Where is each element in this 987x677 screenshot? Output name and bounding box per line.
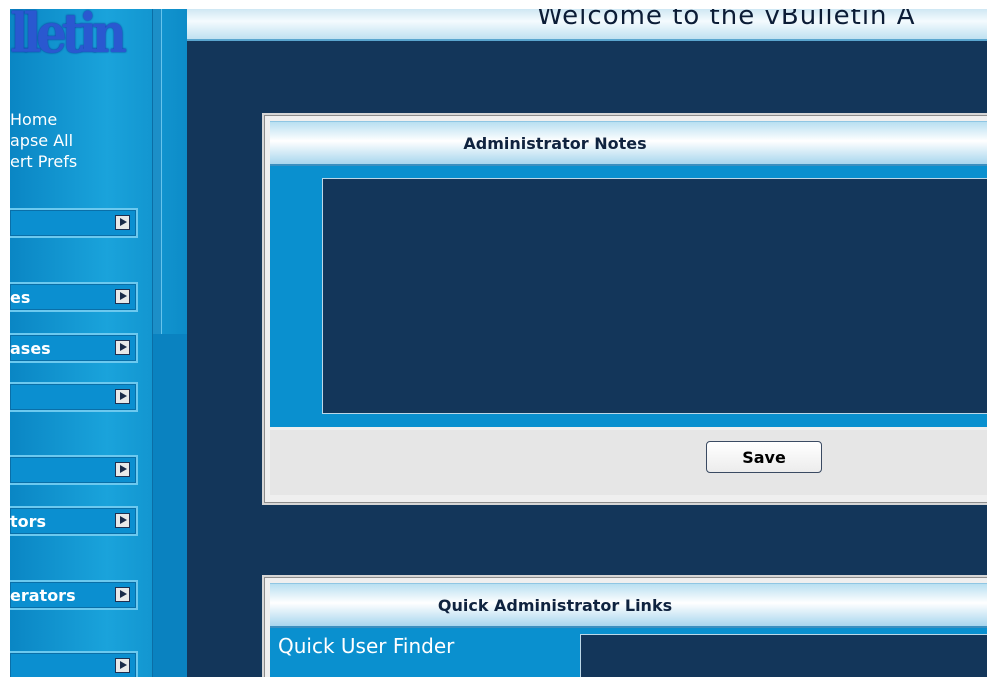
sidebar-nav-item-8[interactable] <box>10 651 138 677</box>
expand-arrow-icon <box>115 215 130 230</box>
alert-prefs-link[interactable]: ert Prefs <box>10 153 77 171</box>
sidebar-nav-label: erators <box>10 586 76 605</box>
administrator-notes-panel: Administrator Notes Save <box>262 113 987 505</box>
expand-arrow-icon <box>115 289 130 304</box>
quick-user-finder-label: Quick User Finder <box>278 634 455 658</box>
sidebar-nav-label: es <box>10 288 31 307</box>
sidebar-nav-label: ases <box>10 339 51 358</box>
sidebar: lletin Home apse All ert Prefs es ases t… <box>10 9 187 677</box>
panel-header: Quick Administrator Links <box>270 583 987 628</box>
expand-arrow-icon <box>115 587 130 602</box>
vbulletin-logo: lletin <box>10 9 127 65</box>
welcome-banner: Welcome to the vBulletin A <box>187 9 987 41</box>
expand-arrow-icon <box>115 340 130 355</box>
sidebar-nav-item-4[interactable] <box>10 382 138 412</box>
expand-arrow-icon <box>115 389 130 404</box>
save-button[interactable]: Save <box>706 441 822 473</box>
expand-arrow-icon <box>115 513 130 528</box>
panel-header: Administrator Notes <box>270 121 987 166</box>
quick-user-finder-input[interactable] <box>580 634 987 677</box>
admin-notes-textarea[interactable] <box>322 178 987 414</box>
sidebar-nav-item-1[interactable] <box>10 208 138 238</box>
sidebar-nav-item-2[interactable]: es <box>10 282 138 312</box>
expand-arrow-icon <box>115 462 130 477</box>
expand-arrow-icon <box>115 658 130 673</box>
panel-footer: Save <box>270 430 987 495</box>
main-content: Welcome to the vBulletin A Administrator… <box>187 9 987 677</box>
sidebar-scrollbar[interactable] <box>152 9 162 334</box>
panel-title: Administrator Notes <box>463 134 647 153</box>
panel-body: Quick User Finder <box>270 628 987 677</box>
panel-title: Quick Administrator Links <box>437 596 673 615</box>
sidebar-nav-item-7[interactable]: erators <box>10 580 138 610</box>
sidebar-nav-item-5[interactable] <box>10 455 138 485</box>
quick-admin-links-panel: Quick Administrator Links Quick User Fin… <box>262 575 987 677</box>
welcome-title: Welcome to the vBulletin A <box>537 9 916 31</box>
panel-body <box>270 166 987 427</box>
sidebar-nav-item-6[interactable]: tors <box>10 506 138 536</box>
sidebar-frame-edge <box>152 334 187 677</box>
collapse-all-link[interactable]: apse All <box>10 132 73 150</box>
sidebar-nav-label: tors <box>10 512 47 531</box>
home-link[interactable]: Home <box>10 111 57 129</box>
sidebar-nav-item-3[interactable]: ases <box>10 333 138 363</box>
